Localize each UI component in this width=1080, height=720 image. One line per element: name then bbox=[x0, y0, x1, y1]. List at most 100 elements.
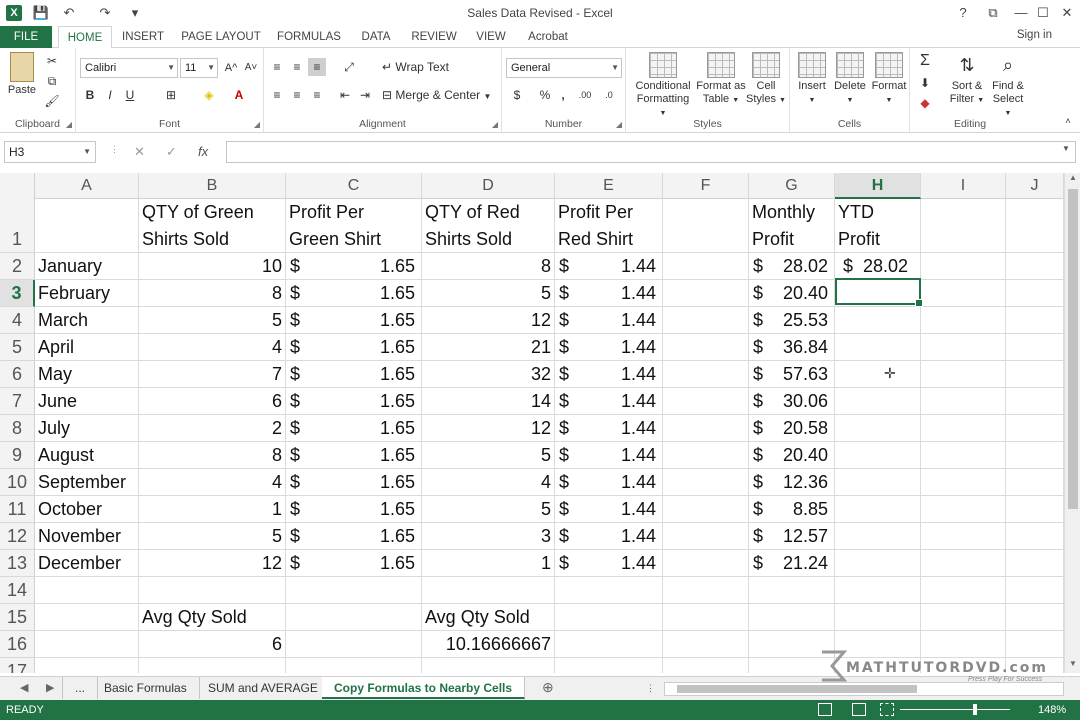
cell-c8[interactable]: $1.65 bbox=[286, 415, 422, 442]
cell-h1[interactable]: YTD Profit bbox=[835, 199, 921, 253]
cell-j12[interactable] bbox=[1006, 523, 1064, 550]
dialog-launcher-icon[interactable]: ◢ bbox=[492, 120, 498, 129]
cell-c16[interactable] bbox=[286, 631, 422, 658]
confirm-entry-button[interactable]: ✓ bbox=[166, 144, 177, 160]
increase-indent-icon[interactable]: ⇥ bbox=[356, 86, 374, 104]
cell-a4[interactable]: March bbox=[35, 307, 139, 334]
cell-c4[interactable]: $1.65 bbox=[286, 307, 422, 334]
cell-j13[interactable] bbox=[1006, 550, 1064, 577]
conditional-formatting-button[interactable]: Conditional Formatting ▼ bbox=[632, 52, 694, 120]
percent-format-button[interactable]: % bbox=[536, 86, 554, 104]
cell-g8[interactable]: $20.58 bbox=[749, 415, 835, 442]
cell-b8[interactable]: 2 bbox=[139, 415, 286, 442]
cell-i9[interactable] bbox=[921, 442, 1006, 469]
cell-g3[interactable]: $20.40 bbox=[749, 280, 835, 307]
prev-sheet-icon[interactable]: ◀ bbox=[20, 681, 28, 694]
tab-file[interactable]: FILE bbox=[0, 26, 52, 48]
cell-j7[interactable] bbox=[1006, 388, 1064, 415]
cell-c13[interactable]: $1.65 bbox=[286, 550, 422, 577]
align-left-icon[interactable]: ≡ bbox=[268, 86, 286, 104]
cell-f15[interactable] bbox=[663, 604, 749, 631]
cell-f16[interactable] bbox=[663, 631, 749, 658]
cell-f9[interactable] bbox=[663, 442, 749, 469]
column-header-h[interactable]: H bbox=[835, 173, 921, 199]
cell-i4[interactable] bbox=[921, 307, 1006, 334]
cell-d1[interactable]: QTY of Red Shirts Sold bbox=[422, 199, 555, 253]
scroll-thumb[interactable] bbox=[1068, 189, 1078, 509]
orientation-icon[interactable]: ⤢ bbox=[338, 58, 360, 76]
cell-a2[interactable]: January bbox=[35, 253, 139, 280]
zoom-slider[interactable] bbox=[900, 709, 1010, 710]
cell-a16[interactable] bbox=[35, 631, 139, 658]
vertical-scrollbar[interactable]: ▲ ▼ bbox=[1064, 173, 1080, 673]
cell-j14[interactable] bbox=[1006, 577, 1064, 604]
cell-d15[interactable]: Avg Qty Sold bbox=[422, 604, 555, 631]
cell-b4[interactable]: 5 bbox=[139, 307, 286, 334]
cell-j3[interactable] bbox=[1006, 280, 1064, 307]
cell-i6[interactable] bbox=[921, 361, 1006, 388]
cell-b1[interactable]: QTY of Green Shirts Sold bbox=[139, 199, 286, 253]
cell-i14[interactable] bbox=[921, 577, 1006, 604]
cell-e10[interactable]: $1.44 bbox=[555, 469, 663, 496]
font-color-icon[interactable]: A bbox=[230, 86, 248, 104]
cell-c17[interactable] bbox=[286, 658, 422, 673]
cell-b15[interactable]: Avg Qty Sold bbox=[139, 604, 286, 631]
italic-button[interactable]: I bbox=[102, 86, 118, 104]
cell-e17[interactable] bbox=[555, 658, 663, 673]
worksheet-grid[interactable]: ABCDEFGHIJ 1 QTY of Green Shirts Sold Profi… bbox=[0, 173, 1064, 673]
sheet-tab-copy-formulas[interactable]: Copy Formulas to Nearby Cells bbox=[322, 677, 526, 699]
cell-f17[interactable] bbox=[663, 658, 749, 673]
fill-color-icon[interactable]: ◈ bbox=[200, 86, 218, 104]
cell-b16[interactable]: 6 bbox=[139, 631, 286, 658]
scroll-up-icon[interactable]: ▲ bbox=[1065, 173, 1080, 187]
cell-d3[interactable]: 5 bbox=[422, 280, 555, 307]
cell-g2[interactable]: $28.02 bbox=[749, 253, 835, 280]
cell-a10[interactable]: September bbox=[35, 469, 139, 496]
sheet-tab-basic-formulas[interactable]: Basic Formulas bbox=[92, 677, 200, 699]
cell-e5[interactable]: $1.44 bbox=[555, 334, 663, 361]
cell-d8[interactable]: 12 bbox=[422, 415, 555, 442]
cell-f3[interactable] bbox=[663, 280, 749, 307]
cell-g14[interactable] bbox=[749, 577, 835, 604]
cell-c15[interactable] bbox=[286, 604, 422, 631]
cell-d9[interactable]: 5 bbox=[422, 442, 555, 469]
cell-b6[interactable]: 7 bbox=[139, 361, 286, 388]
cell-h4[interactable] bbox=[835, 307, 921, 334]
row-header-16[interactable]: 16 bbox=[0, 631, 35, 658]
cell-e8[interactable]: $1.44 bbox=[555, 415, 663, 442]
cell-h11[interactable] bbox=[835, 496, 921, 523]
cell-h12[interactable] bbox=[835, 523, 921, 550]
cell-c12[interactable]: $1.65 bbox=[286, 523, 422, 550]
cell-f12[interactable] bbox=[663, 523, 749, 550]
row-header-1[interactable]: 1 bbox=[0, 199, 35, 253]
column-header-d[interactable]: D bbox=[422, 173, 555, 199]
cell-i5[interactable] bbox=[921, 334, 1006, 361]
format-as-table-button[interactable]: Format as Table ▼ bbox=[696, 52, 746, 107]
cell-g9[interactable]: $20.40 bbox=[749, 442, 835, 469]
ribbon-display-button[interactable]: ⧉ bbox=[980, 2, 1006, 24]
cell-c5[interactable]: $1.65 bbox=[286, 334, 422, 361]
cell-a15[interactable] bbox=[35, 604, 139, 631]
cell-c9[interactable]: $1.65 bbox=[286, 442, 422, 469]
page-layout-view-icon[interactable] bbox=[852, 703, 866, 716]
cell-i13[interactable] bbox=[921, 550, 1006, 577]
zoom-slider-knob[interactable] bbox=[973, 704, 977, 715]
cell-f14[interactable] bbox=[663, 577, 749, 604]
column-header-a[interactable]: A bbox=[35, 173, 139, 199]
row-header-4[interactable]: 4 bbox=[0, 307, 35, 334]
cell-g13[interactable]: $21.24 bbox=[749, 550, 835, 577]
sort-filter-button[interactable]: ⇅ Sort & Filter ▼ bbox=[948, 52, 986, 107]
cell-e6[interactable]: $1.44 bbox=[555, 361, 663, 388]
cell-e13[interactable]: $1.44 bbox=[555, 550, 663, 577]
cell-j8[interactable] bbox=[1006, 415, 1064, 442]
cell-h14[interactable] bbox=[835, 577, 921, 604]
cell-b7[interactable]: 6 bbox=[139, 388, 286, 415]
cell-d2[interactable]: 8 bbox=[422, 253, 555, 280]
cell-a5[interactable]: April bbox=[35, 334, 139, 361]
tab-page-layout[interactable]: PAGE LAYOUT bbox=[180, 26, 262, 48]
underline-button[interactable]: U bbox=[122, 86, 138, 104]
cell-c1[interactable]: Profit Per Green Shirt bbox=[286, 199, 422, 253]
decrease-indent-icon[interactable]: ⇤ bbox=[336, 86, 354, 104]
wrap-text-button[interactable]: ↵ Wrap Text bbox=[382, 58, 472, 76]
cell-a1[interactable] bbox=[35, 199, 139, 253]
